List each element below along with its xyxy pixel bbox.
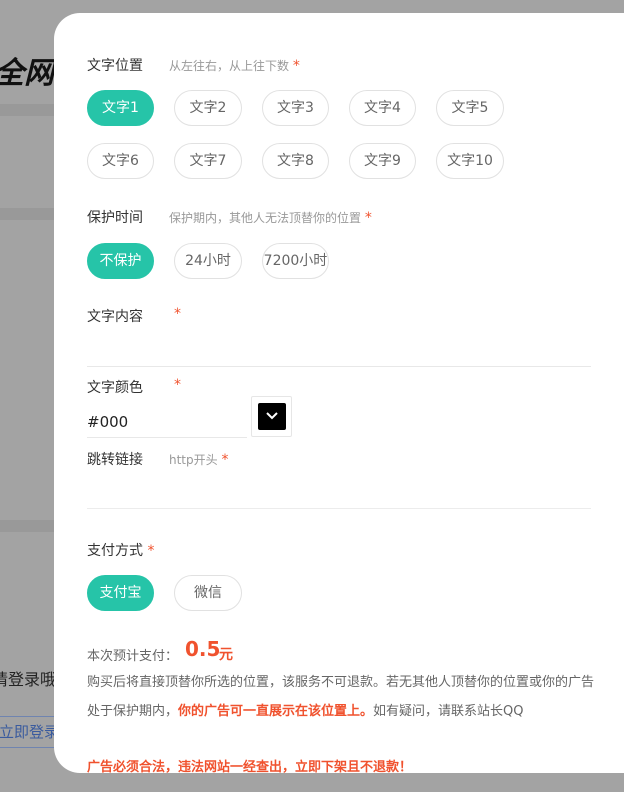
position-option-7[interactable]: 文字7 <box>174 143 242 179</box>
protection-label: 保护时间 <box>87 210 143 226</box>
background-divider <box>0 208 60 220</box>
color-swatch <box>258 403 286 430</box>
purchase-notice: 购买后将直接顶替你所选的位置，该服务不可退款。若无其他人顶替你的位置或你的广告处… <box>87 668 597 726</box>
text-color-required: * <box>174 377 181 393</box>
text-color-label: 文字颜色 <box>87 380 143 396</box>
position-option-9[interactable]: 文字9 <box>349 143 416 179</box>
position-option-10[interactable]: 文字10 <box>436 143 504 179</box>
chevron-down-icon <box>266 412 278 420</box>
price-unit: 元 <box>219 647 233 663</box>
text-content-required: * <box>174 306 181 322</box>
legal-warning: 广告必须合法，违法网站一经查出，立即下架且不退款！ <box>87 760 413 773</box>
position-option-5[interactable]: 文字5 <box>436 90 504 126</box>
payment-option-alipay[interactable]: 支付宝 <box>87 575 154 611</box>
login-link[interactable]: 立即登录 <box>0 716 60 748</box>
notice-contact: 如有疑问，请联系站长QQ <box>373 704 524 719</box>
position-option-1[interactable]: 文字1 <box>87 90 154 126</box>
ad-purchase-modal: 文字位置 从左往右，从上往下数 * 文字1 文字2 文字3 文字4 文字5 文字… <box>54 13 624 773</box>
link-underline <box>87 508 591 509</box>
protection-option-24h[interactable]: 24小时 <box>174 243 242 279</box>
site-logo: 全网 <box>0 56 54 91</box>
price-amount: 0.5 <box>185 637 221 661</box>
protection-option-none[interactable]: 不保护 <box>87 243 154 279</box>
price-label: 本次预计支付： <box>87 649 179 664</box>
background-divider <box>0 520 60 532</box>
text-position-hint: 从左往右，从上往下数 * <box>169 58 300 74</box>
protection-option-7200h[interactable]: 7200小时 <box>262 243 329 279</box>
position-option-2[interactable]: 文字2 <box>174 90 242 126</box>
payment-label: 支付方式 * <box>87 543 155 559</box>
login-prompt: 请登录哦 <box>0 670 57 689</box>
notice-highlight: 你的广告可一直展示在该位置上。 <box>178 704 374 719</box>
text-position-label: 文字位置 <box>87 58 143 74</box>
text-color-input[interactable]: #000 <box>87 406 247 438</box>
text-content-input[interactable] <box>87 331 591 365</box>
text-content-label: 文字内容 <box>87 309 143 325</box>
link-input[interactable] <box>87 473 591 507</box>
protection-hint: 保护期内，其他人无法顶替你的位置 * <box>169 210 372 226</box>
position-option-4[interactable]: 文字4 <box>349 90 416 126</box>
position-option-6[interactable]: 文字6 <box>87 143 154 179</box>
color-picker-button[interactable] <box>251 396 292 437</box>
payment-option-wechat[interactable]: 微信 <box>174 575 242 611</box>
link-hint: http开头 * <box>169 452 229 468</box>
link-label: 跳转链接 <box>87 452 143 468</box>
background-divider <box>0 104 60 116</box>
position-option-3[interactable]: 文字3 <box>262 90 329 126</box>
position-option-8[interactable]: 文字8 <box>262 143 329 179</box>
text-content-underline <box>87 366 591 367</box>
